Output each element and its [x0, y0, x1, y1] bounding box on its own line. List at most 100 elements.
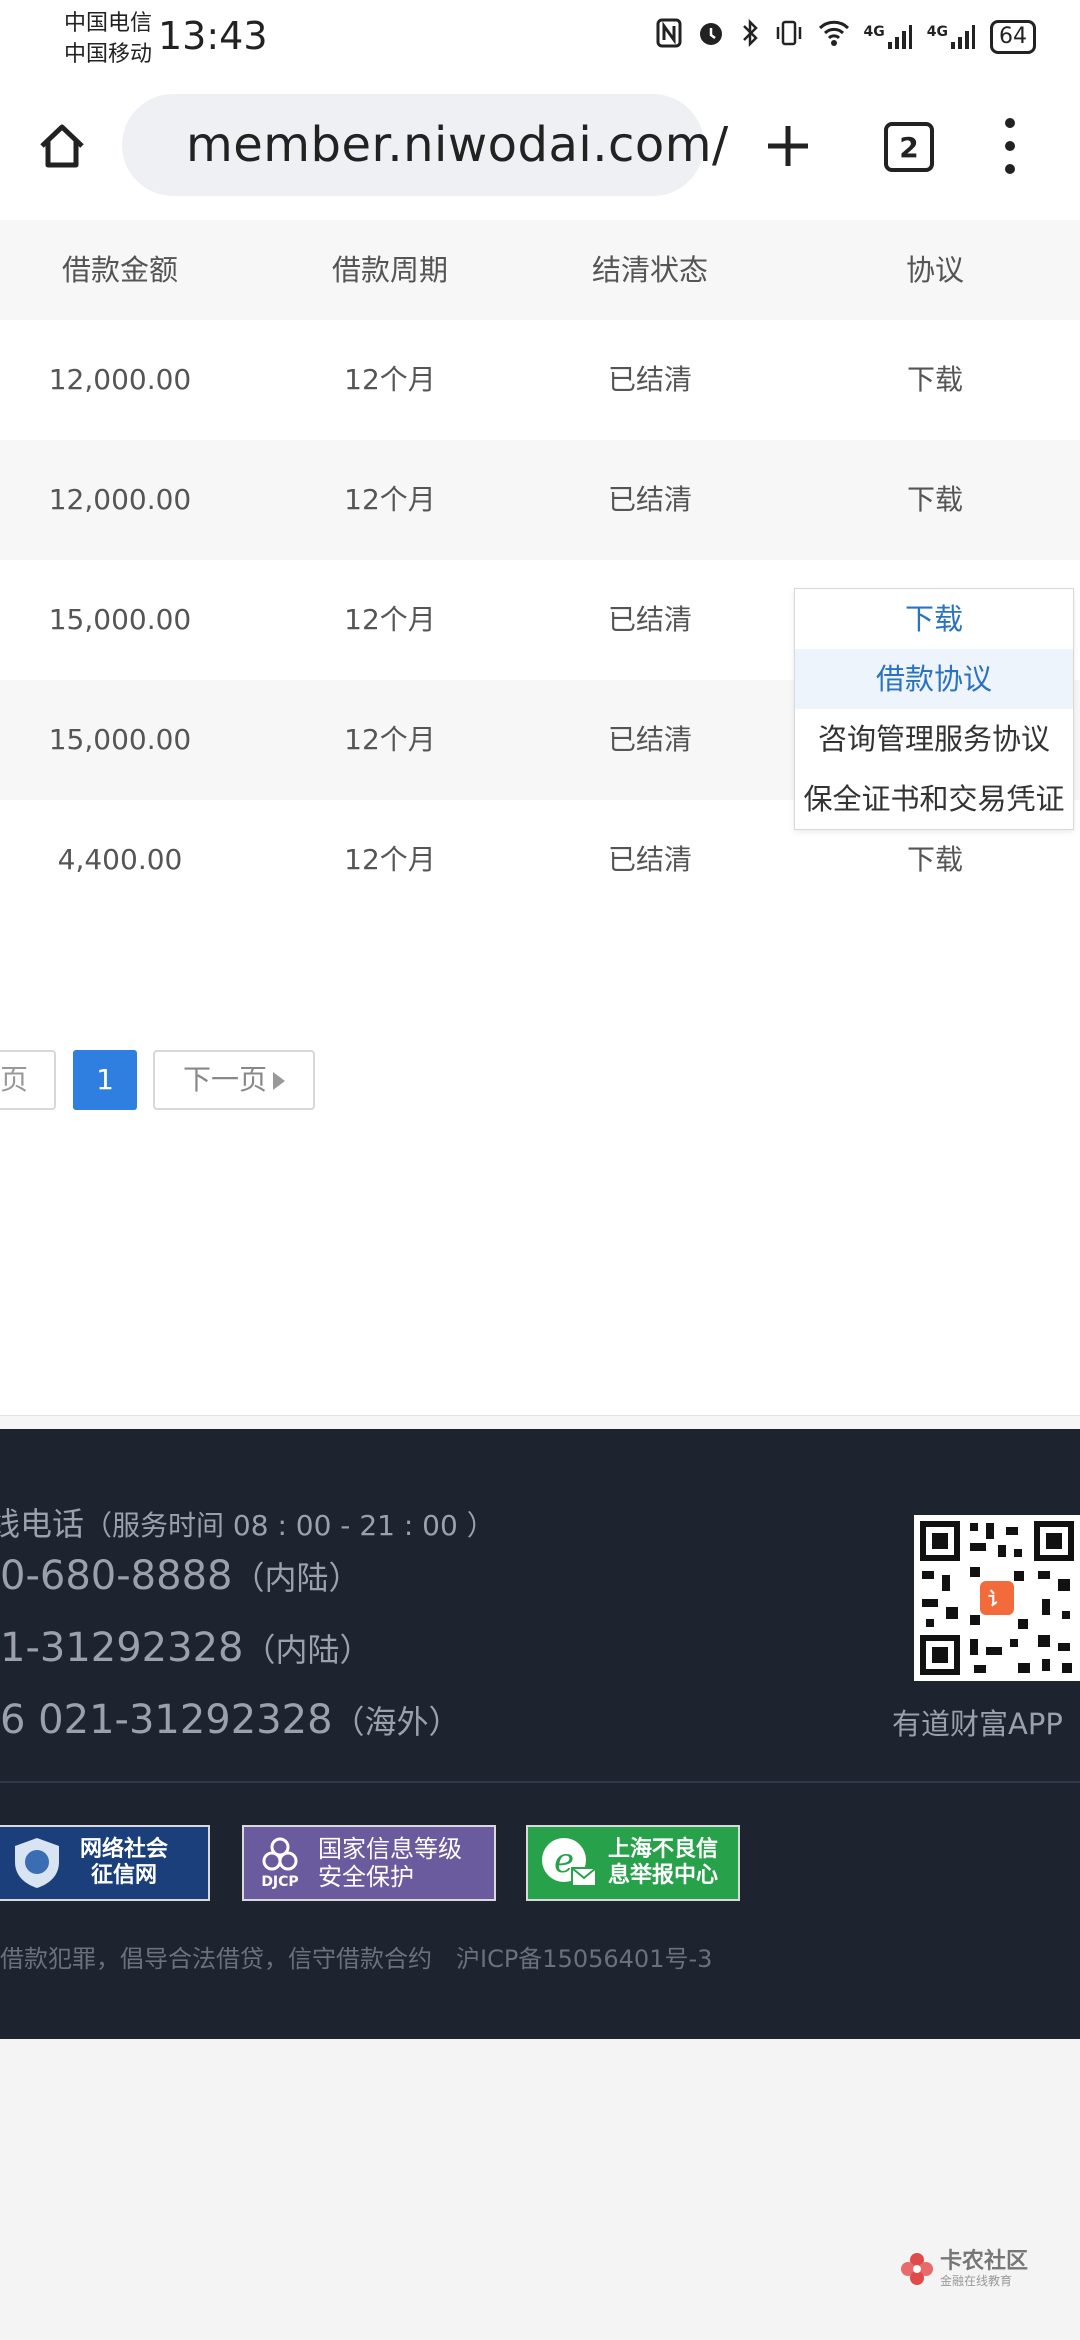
badge-network-credit[interactable]: 网络社会 征信网	[0, 1825, 210, 1901]
dropdown-preservation-certificate[interactable]: 保全证书和交易凭证	[795, 769, 1073, 829]
address-bar[interactable]: member.niwodai.com/	[122, 94, 728, 196]
header-status: 结清状态	[591, 253, 708, 287]
home-button[interactable]	[30, 114, 94, 178]
table-row: 12,000.00 12个月 已结清 下载	[0, 440, 1080, 560]
badge-text-line2: 征信网	[91, 1863, 158, 1888]
settlement-status: 已结清	[607, 843, 692, 876]
loan-period: 12个月	[344, 363, 436, 396]
badge-shanghai-report-center[interactable]: e 上海不良信 息举报中心	[526, 1825, 740, 1901]
menu-dot-icon	[1005, 118, 1015, 128]
carrier-2: 中国移动	[64, 42, 153, 67]
phone-digits: 0-680-8888	[0, 1553, 233, 1599]
loan-amount: 4,400.00	[57, 843, 183, 876]
more-menu-button[interactable]	[996, 114, 1024, 178]
table-header: 借款金额 借款周期 结清状态 协议	[0, 220, 1080, 320]
badge-djcp[interactable]: DJCP 国家信息等级 安全保护	[242, 1825, 496, 1901]
djcp-logo: DJCP	[252, 1837, 308, 1889]
badge-text-line1: 上海不良信	[608, 1837, 719, 1862]
hotline-label: 线电话（服务时间 08 : 00 - 21 : 00 ）	[0, 1499, 495, 1545]
prev-page-button[interactable]: 上一页	[0, 1050, 56, 1110]
loan-period: 12个月	[344, 603, 436, 636]
badge-text-line2: 安全保护	[318, 1863, 414, 1891]
network-type-1: 4G	[863, 24, 885, 40]
watermark-subtitle: 金融在线教育	[940, 2274, 1013, 2288]
menu-dot-icon	[1005, 164, 1015, 174]
qr-caption: 有道财富APP	[892, 1707, 1063, 1741]
djcp-logo-text: DJCP	[261, 1874, 299, 1890]
phone-digits: 6 021-31292328	[0, 1697, 333, 1743]
carrier-1: 中国电信	[64, 11, 153, 36]
phone-note: （内陆）	[232, 1559, 361, 1597]
watermark-title: 卡农社区	[940, 2249, 1029, 2274]
header-period: 借款周期	[331, 253, 448, 287]
next-page-label: 下一页	[182, 1063, 267, 1096]
wifi-icon	[818, 19, 850, 55]
phone-number[interactable]: 1-31292328（内陆）	[0, 1625, 372, 1671]
watermark: 卡农社区 金融在线教育	[900, 2250, 1028, 2288]
download-dropdown-menu: 下载 借款协议 咨询管理服务协议 保全证书和交易凭证	[794, 588, 1074, 830]
badge-text-line1: 国家信息等级	[318, 1835, 462, 1863]
loan-amount: 12,000.00	[48, 483, 192, 516]
page-1-button[interactable]: 1	[73, 1050, 137, 1110]
battery-icon: 64	[990, 20, 1036, 54]
settlement-status: 已结清	[607, 363, 692, 396]
settlement-status: 已结清	[607, 483, 692, 516]
next-page-button[interactable]: 下一页	[153, 1050, 315, 1110]
nfc-icon	[656, 18, 682, 56]
qr-code-icon: 讠	[914, 1515, 1080, 1681]
loan-period: 12个月	[344, 723, 436, 756]
download-link[interactable]: 下载	[835, 320, 1035, 440]
signal-icon-1: 4G	[864, 24, 913, 50]
header-protocol: 协议	[905, 253, 964, 287]
status-icons: 4G 4G 64	[656, 18, 1036, 56]
loan-period: 12个月	[344, 483, 436, 516]
url-text: member.niwodai.com/	[186, 117, 729, 173]
service-hours: （服务时间 08 : 00 - 21 : 00 ）	[84, 1509, 495, 1542]
loan-period: 12个月	[344, 843, 436, 876]
alarm-icon	[696, 18, 726, 56]
loan-amount: 15,000.00	[48, 603, 192, 636]
badge-text-line2: 息举报中心	[608, 1863, 719, 1888]
shield-icon	[15, 1838, 59, 1888]
status-time: 13:43	[158, 14, 268, 58]
djcp-emblem-icon	[262, 1837, 298, 1871]
dropdown-consulting-agreement[interactable]: 咨询管理服务协议	[795, 709, 1073, 769]
footer-copyright: 借款犯罪，倡导合法借贷，信守借款合约 沪ICP备15056401号-3	[0, 1945, 713, 1973]
status-bar: 中国电信 中国移动 13:43 4G 4G 64	[0, 0, 1080, 78]
network-type-2: 4G	[926, 24, 948, 40]
phone-note: （海外）	[332, 1703, 461, 1741]
phone-number[interactable]: 0-680-8888（内陆）	[0, 1553, 360, 1599]
hotline-title: 线电话	[0, 1505, 85, 1543]
section-divider	[0, 1415, 1080, 1430]
header-amount: 借款金额	[61, 253, 178, 287]
settlement-status: 已结清	[607, 723, 692, 756]
loan-amount: 15,000.00	[48, 723, 192, 756]
download-link[interactable]: 下载	[835, 440, 1035, 560]
dropdown-loan-agreement[interactable]: 借款协议	[795, 649, 1073, 709]
plus-icon	[768, 126, 808, 166]
menu-dot-icon	[1005, 141, 1015, 151]
prev-page-label: 上一页	[0, 1063, 29, 1096]
phone-number[interactable]: 6 021-31292328（海外）	[0, 1697, 461, 1743]
signal-icon-2: 4G	[927, 24, 976, 50]
phone-note: （内陆）	[243, 1631, 372, 1669]
phone-digits: 1-31292328	[0, 1625, 244, 1671]
carrier-info: 中国电信 中国移动	[64, 8, 152, 70]
dropdown-download[interactable]: 下载	[795, 589, 1073, 649]
browser-toolbar: member.niwodai.com/ 2	[0, 78, 1080, 222]
svg-text:讠: 讠	[988, 1589, 1006, 1610]
table-row: 12,000.00 12个月 已结清 下载	[0, 320, 1080, 440]
vibrate-icon	[774, 18, 804, 56]
new-tab-button[interactable]	[756, 114, 820, 178]
footer-divider	[0, 1781, 1080, 1783]
settlement-status: 已结清	[607, 603, 692, 636]
loan-records-panel: 借款金额 借款周期 结清状态 协议 12,000.00 12个月 已结清 下载 …	[0, 220, 1080, 1415]
home-icon	[40, 124, 84, 168]
badge-text-line1: 网络社会	[80, 1837, 169, 1862]
loan-amount: 12,000.00	[48, 363, 192, 396]
tab-switcher-button[interactable]: 2	[884, 122, 934, 172]
arrow-right-icon	[273, 1072, 285, 1090]
flower-logo-icon	[901, 2253, 933, 2285]
bluetooth-icon	[740, 18, 760, 56]
app-qr-code: 讠	[914, 1515, 1080, 1681]
